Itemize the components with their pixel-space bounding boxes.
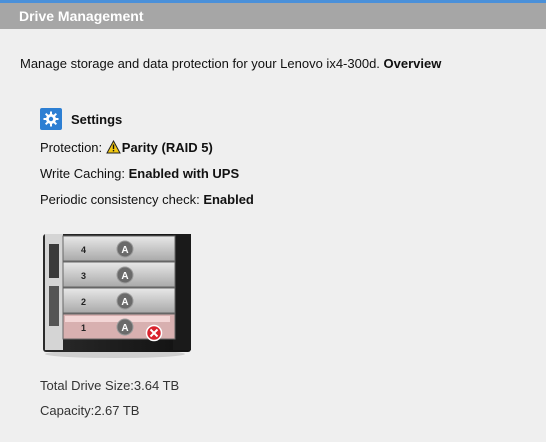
bay-1-badge: A: [121, 323, 128, 334]
nas-device-image: 4 3 2 1 A A A A: [43, 234, 191, 358]
write-caching-value: Enabled with UPS: [128, 166, 240, 181]
bay-4-number: 4: [81, 245, 86, 255]
bay-2-number: 2: [81, 297, 86, 307]
bay-3-badge: A: [121, 271, 128, 282]
consistency-value: Enabled: [203, 192, 254, 207]
bay-3-number: 3: [81, 271, 86, 281]
write-caching-label: Write Caching:: [40, 166, 126, 181]
warning-icon: [105, 139, 121, 157]
write-caching-row: Write Caching: Enabled with UPS: [40, 166, 239, 181]
intro-text: Manage storage and data protection for y…: [20, 56, 441, 71]
page-title: Drive Management: [19, 8, 144, 24]
protection-row: Protection: Parity (RAID 5): [40, 139, 213, 157]
error-x-icon: [145, 324, 163, 342]
settings-title: Settings: [71, 111, 123, 127]
capacity: Capacity:2.67 TB: [40, 403, 140, 418]
overview-link[interactable]: Overview: [384, 56, 442, 71]
protection-label: Protection:: [40, 140, 103, 155]
intro-description: Manage storage and data protection for y…: [20, 56, 380, 71]
protection-value: Parity (RAID 5): [121, 140, 213, 155]
total-drive-size: Total Drive Size:3.64 TB: [40, 378, 180, 393]
consistency-row: Periodic consistency check: Enabled: [40, 192, 254, 207]
consistency-label: Periodic consistency check:: [40, 192, 200, 207]
page-header: Drive Management: [0, 3, 546, 29]
settings-header: Settings: [40, 108, 122, 130]
bay-4-badge: A: [121, 245, 128, 256]
bay-1-number: 1: [81, 323, 86, 333]
gear-icon[interactable]: [40, 108, 62, 130]
bay-2-badge: A: [121, 297, 128, 308]
